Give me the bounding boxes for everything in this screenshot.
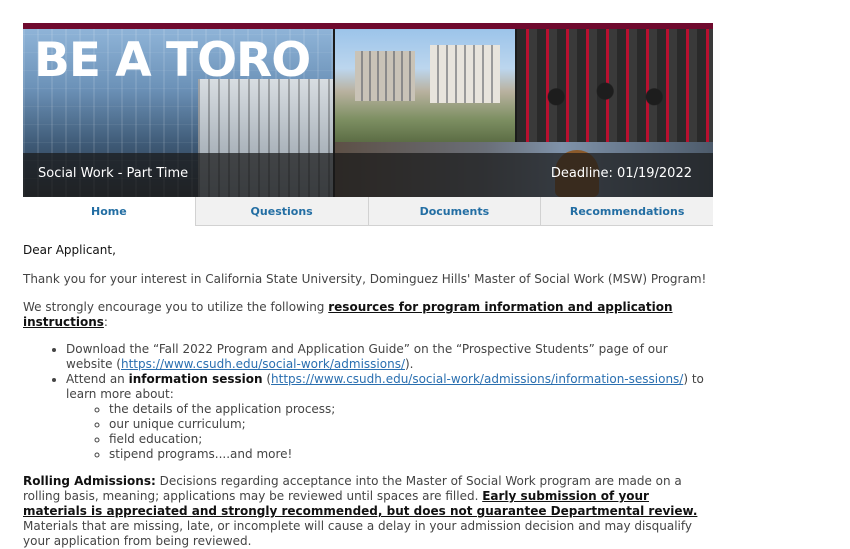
banner-headline: BE A TORO (34, 33, 311, 88)
list-item: our unique curriculum; (109, 417, 713, 432)
topics-list: the details of the application process; … (66, 402, 713, 462)
tab-questions[interactable]: Questions (194, 197, 368, 226)
bullet1-suffix: ). (405, 357, 414, 371)
thanks-paragraph: Thank you for your interest in Californi… (23, 272, 707, 286)
encourage-prefix: We strongly encourage you to utilize the… (23, 300, 329, 314)
rolling-admissions-label: Rolling Admissions: (23, 474, 156, 488)
list-item: Attend an information session (https://w… (66, 372, 713, 462)
main-content: Dear Applicant, Thank you for your inter… (23, 243, 713, 549)
info-sessions-link[interactable]: https://www.csudh.edu/social-work/admiss… (271, 372, 683, 386)
banner-photo-campus (335, 29, 515, 142)
rolling-admissions-paragraph: Rolling Admissions: Decisions regarding … (23, 474, 713, 549)
tab-recommendations[interactable]: Recommendations (540, 197, 713, 226)
info-session-label: information session (128, 372, 263, 386)
rolling-text-2: Materials that are missing, late, or inc… (23, 519, 692, 548)
encourage-paragraph: We strongly encourage you to utilize the… (23, 300, 713, 330)
list-item: stipend programs....and more! (109, 447, 713, 462)
program-name: Social Work - Part Time (38, 166, 189, 181)
bullet2-prefix: Attend an (66, 372, 129, 386)
banner-photo-graduates (517, 29, 713, 142)
page: BE A TORO Social Work - Part Time Deadli… (0, 0, 850, 548)
list-item: the details of the application process; (109, 402, 713, 417)
application-deadline: Deadline: 01/19/2022 (550, 166, 692, 181)
bullet2-mid: ( (262, 372, 272, 386)
tab-bar: Home Questions Documents Recommendations (23, 197, 713, 227)
tab-home[interactable]: Home (23, 197, 195, 226)
list-item: Download the “Fall 2022 Program and Appl… (66, 342, 713, 372)
encourage-suffix: : (103, 315, 108, 329)
tab-documents[interactable]: Documents (367, 197, 541, 226)
header-banner: BE A TORO Social Work - Part Time Deadli… (23, 23, 713, 197)
admissions-link[interactable]: https://www.csudh.edu/social-work/admiss… (121, 357, 405, 371)
greeting: Dear Applicant, (23, 243, 116, 257)
resources-list: Download the “Fall 2022 Program and Appl… (23, 342, 713, 462)
list-item: field education; (109, 432, 713, 447)
